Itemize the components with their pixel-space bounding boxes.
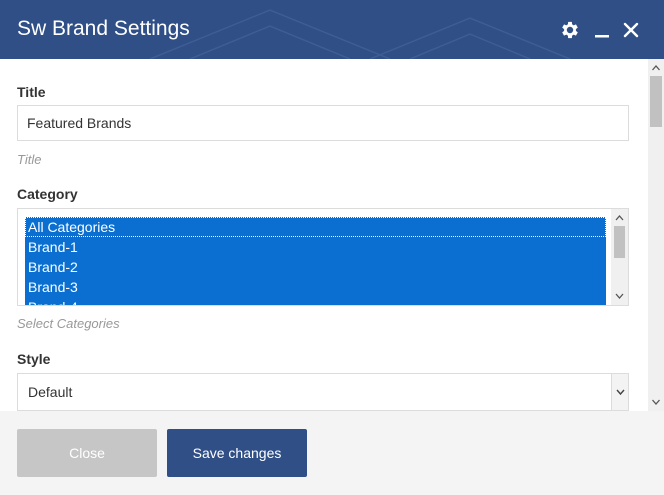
- category-option[interactable]: Brand-3: [25, 277, 606, 297]
- category-option[interactable]: Brand-2: [25, 257, 606, 277]
- category-option[interactable]: Brand-1: [25, 237, 606, 257]
- category-label: Category: [17, 186, 78, 202]
- category-hint: Select Categories: [17, 316, 120, 331]
- style-select[interactable]: Default: [17, 373, 629, 411]
- chevron-up-icon[interactable]: [611, 211, 628, 225]
- title-label: Title: [17, 84, 46, 100]
- dialog-footer: Close Save changes: [0, 411, 664, 495]
- close-icon[interactable]: [621, 19, 645, 45]
- dialog-title: Sw Brand Settings: [17, 17, 190, 40]
- category-options: All Categories Brand-1 Brand-2 Brand-3 B…: [25, 217, 606, 305]
- save-changes-button[interactable]: Save changes: [167, 429, 307, 477]
- style-select-value: Default: [28, 384, 73, 400]
- minimize-icon[interactable]: [592, 19, 616, 45]
- chevron-up-icon[interactable]: [648, 61, 664, 75]
- dialog-body: Title Title Category All Categories Bran…: [0, 59, 648, 411]
- style-label: Style: [17, 351, 51, 367]
- title-input[interactable]: [17, 105, 629, 141]
- chevron-down-icon[interactable]: [648, 395, 664, 409]
- category-option[interactable]: Brand-4: [25, 297, 606, 305]
- category-listbox[interactable]: All Categories Brand-1 Brand-2 Brand-3 B…: [17, 208, 629, 306]
- close-button[interactable]: Close: [17, 429, 157, 477]
- dialog-titlebar: Sw Brand Settings: [0, 0, 664, 59]
- listbox-scrollbar[interactable]: [611, 209, 628, 305]
- listbox-scroll-thumb[interactable]: [614, 226, 625, 258]
- category-option[interactable]: All Categories: [25, 217, 606, 237]
- dialog-scroll-thumb[interactable]: [650, 76, 662, 127]
- title-hint: Title: [17, 152, 42, 167]
- dialog-scrollbar[interactable]: [648, 59, 664, 411]
- chevron-down-icon[interactable]: [611, 374, 628, 410]
- gear-icon[interactable]: [559, 19, 583, 45]
- chevron-down-icon[interactable]: [611, 289, 628, 303]
